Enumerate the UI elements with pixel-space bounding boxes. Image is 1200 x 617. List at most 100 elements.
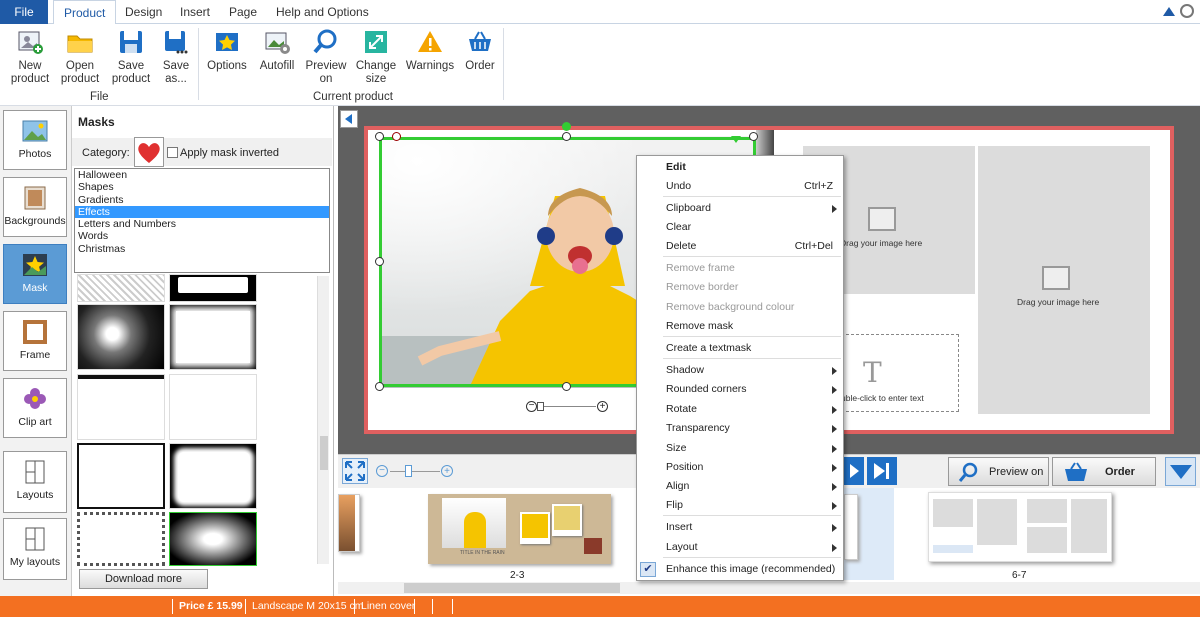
- fit-to-screen-button[interactable]: [342, 458, 368, 484]
- change-size-button[interactable]: Change size: [354, 28, 398, 86]
- menu-item-size[interactable]: Size: [637, 439, 843, 458]
- apply-inverted-checkbox[interactable]: [167, 147, 178, 158]
- menu-item-layout[interactable]: Layout: [637, 538, 843, 557]
- menu-item-remove-mask[interactable]: Remove mask: [637, 317, 843, 336]
- menu-item-edit[interactable]: Edit: [637, 158, 843, 177]
- list-item[interactable]: Halloween: [75, 169, 329, 181]
- mask-thumbnail[interactable]: [77, 304, 165, 370]
- tab-page[interactable]: Page: [219, 0, 267, 24]
- tab-help-options[interactable]: Help and Options: [266, 0, 379, 24]
- tab-layouts[interactable]: Layouts: [3, 451, 67, 513]
- category-list[interactable]: Halloween Shapes Gradients Effects Lette…: [74, 168, 330, 273]
- list-item[interactable]: Words: [75, 230, 329, 242]
- warnings-button[interactable]: Warnings: [405, 28, 455, 73]
- resize-handle[interactable]: [375, 382, 384, 391]
- scrollbar-thumb[interactable]: [404, 583, 620, 593]
- order-label: Order: [465, 60, 495, 72]
- spread-thumbnail-6-7[interactable]: [928, 492, 1112, 562]
- order-bottom-button[interactable]: Order: [1052, 457, 1156, 486]
- mask-thumbnail[interactable]: [77, 443, 165, 509]
- tab-mask[interactable]: Mask: [3, 244, 67, 304]
- resize-handle[interactable]: [375, 132, 384, 141]
- last-page-button[interactable]: [867, 457, 897, 485]
- menu-item-transparency[interactable]: Transparency: [637, 419, 843, 438]
- photo-zoom-track[interactable]: [538, 406, 596, 407]
- tab-backgrounds[interactable]: Backgrounds: [3, 177, 67, 237]
- list-item[interactable]: Letters and Numbers: [75, 218, 329, 230]
- change-size-label-2: size: [365, 73, 387, 85]
- menu-item-clipboard[interactable]: Clipboard: [637, 199, 843, 218]
- canvas-zoom-out-icon[interactable]: −: [376, 465, 388, 477]
- mask-thumbnail[interactable]: [77, 274, 165, 302]
- list-item[interactable]: Gradients: [75, 194, 329, 206]
- menu-item-shadow[interactable]: Shadow: [637, 361, 843, 380]
- mask-thumbnail[interactable]: [169, 304, 257, 370]
- tab-my-layouts[interactable]: My layouts: [3, 518, 67, 580]
- resize-handle[interactable]: [375, 257, 384, 266]
- tab-design[interactable]: Design: [115, 0, 172, 24]
- autofill-button[interactable]: Autofill: [255, 28, 299, 73]
- spread-thumbnail-2-3[interactable]: TITLE IN THE RAIN: [428, 494, 611, 564]
- canvas-zoom-thumb[interactable]: [405, 465, 412, 477]
- order-button[interactable]: Order: [458, 28, 502, 73]
- rotate-handle[interactable]: [392, 132, 401, 141]
- spread-thumbnail[interactable]: [338, 494, 360, 552]
- next-page-button[interactable]: [844, 457, 864, 485]
- resize-handle[interactable]: [562, 382, 571, 391]
- preview-on-button[interactable]: Preview on: [304, 28, 348, 86]
- save-product-button[interactable]: Save product: [109, 28, 153, 86]
- file-menu[interactable]: File: [0, 0, 48, 24]
- resize-handle[interactable]: [749, 132, 758, 141]
- list-item[interactable]: Christmas: [75, 243, 329, 255]
- mask-thumbnail[interactable]: [77, 374, 165, 440]
- save-icon: [117, 28, 145, 56]
- preview-on-toggle[interactable]: Preview on: [948, 457, 1049, 486]
- zoom-out-icon[interactable]: −: [526, 401, 537, 412]
- menu-item-align[interactable]: Align: [637, 477, 843, 496]
- canvas-zoom-in-icon[interactable]: +: [441, 465, 453, 477]
- tab-clip-art[interactable]: Clip art: [3, 378, 67, 438]
- list-item-selected[interactable]: Effects: [75, 205, 329, 219]
- open-product-button[interactable]: Open product: [58, 28, 102, 86]
- save-as-button[interactable]: Save as...: [154, 28, 198, 86]
- mask-thumbnail[interactable]: [169, 274, 257, 302]
- list-item[interactable]: Shapes: [75, 181, 329, 193]
- menu-item-delete[interactable]: Delete Ctrl+Del: [637, 237, 843, 256]
- menu-item-position[interactable]: Position: [637, 458, 843, 477]
- mask-thumbnail[interactable]: [169, 374, 257, 440]
- new-product-button[interactable]: New product: [8, 28, 52, 86]
- category-picker[interactable]: [134, 137, 164, 167]
- scrollbar-thumb[interactable]: [320, 436, 328, 470]
- top-rotation-handle[interactable]: [562, 122, 571, 131]
- menu-item-enhance-this-image-recommended[interactable]: Enhance this image (recommended) ✔: [637, 560, 843, 579]
- menu-item-create-a-textmask[interactable]: Create a textmask: [637, 339, 843, 358]
- menu-item-undo[interactable]: Undo Ctrl+Z: [637, 177, 843, 196]
- tab-photos[interactable]: Photos: [3, 110, 67, 170]
- collapse-ribbon-icon[interactable]: [1163, 7, 1175, 16]
- menu-item-rounded-corners[interactable]: Rounded corners: [637, 380, 843, 399]
- mask-thumbnail[interactable]: [77, 512, 165, 566]
- menu-item-flip[interactable]: Flip: [637, 496, 843, 515]
- zoom-in-icon[interactable]: +: [597, 401, 608, 412]
- expand-panel-button[interactable]: [1165, 457, 1196, 486]
- previous-page-button[interactable]: [340, 110, 358, 128]
- tab-insert[interactable]: Insert: [170, 0, 220, 24]
- thumbnail-clipart: [584, 538, 602, 554]
- menu-item-rotate[interactable]: Rotate: [637, 400, 843, 419]
- tab-product[interactable]: Product: [53, 0, 117, 25]
- menu-item-insert[interactable]: Insert: [637, 518, 843, 537]
- help-icon[interactable]: [1180, 4, 1194, 18]
- thumbnail-horizontal-scrollbar[interactable]: [338, 582, 1200, 594]
- photo-zoom-thumb[interactable]: [537, 402, 544, 411]
- spread-thumbnail-selected[interactable]: [844, 488, 894, 580]
- submenu-arrow-icon: [832, 386, 837, 394]
- options-button[interactable]: Options: [205, 28, 249, 73]
- tab-frame[interactable]: Frame: [3, 311, 67, 371]
- mask-thumbnail[interactable]: [169, 512, 257, 566]
- canvas-zoom-track[interactable]: [390, 471, 440, 472]
- resize-handle[interactable]: [562, 132, 571, 141]
- thumbnail-scrollbar[interactable]: [317, 276, 329, 564]
- mask-thumbnail[interactable]: [169, 443, 257, 509]
- download-more-button[interactable]: Download more: [79, 569, 208, 589]
- menu-item-clear[interactable]: Clear: [637, 218, 843, 237]
